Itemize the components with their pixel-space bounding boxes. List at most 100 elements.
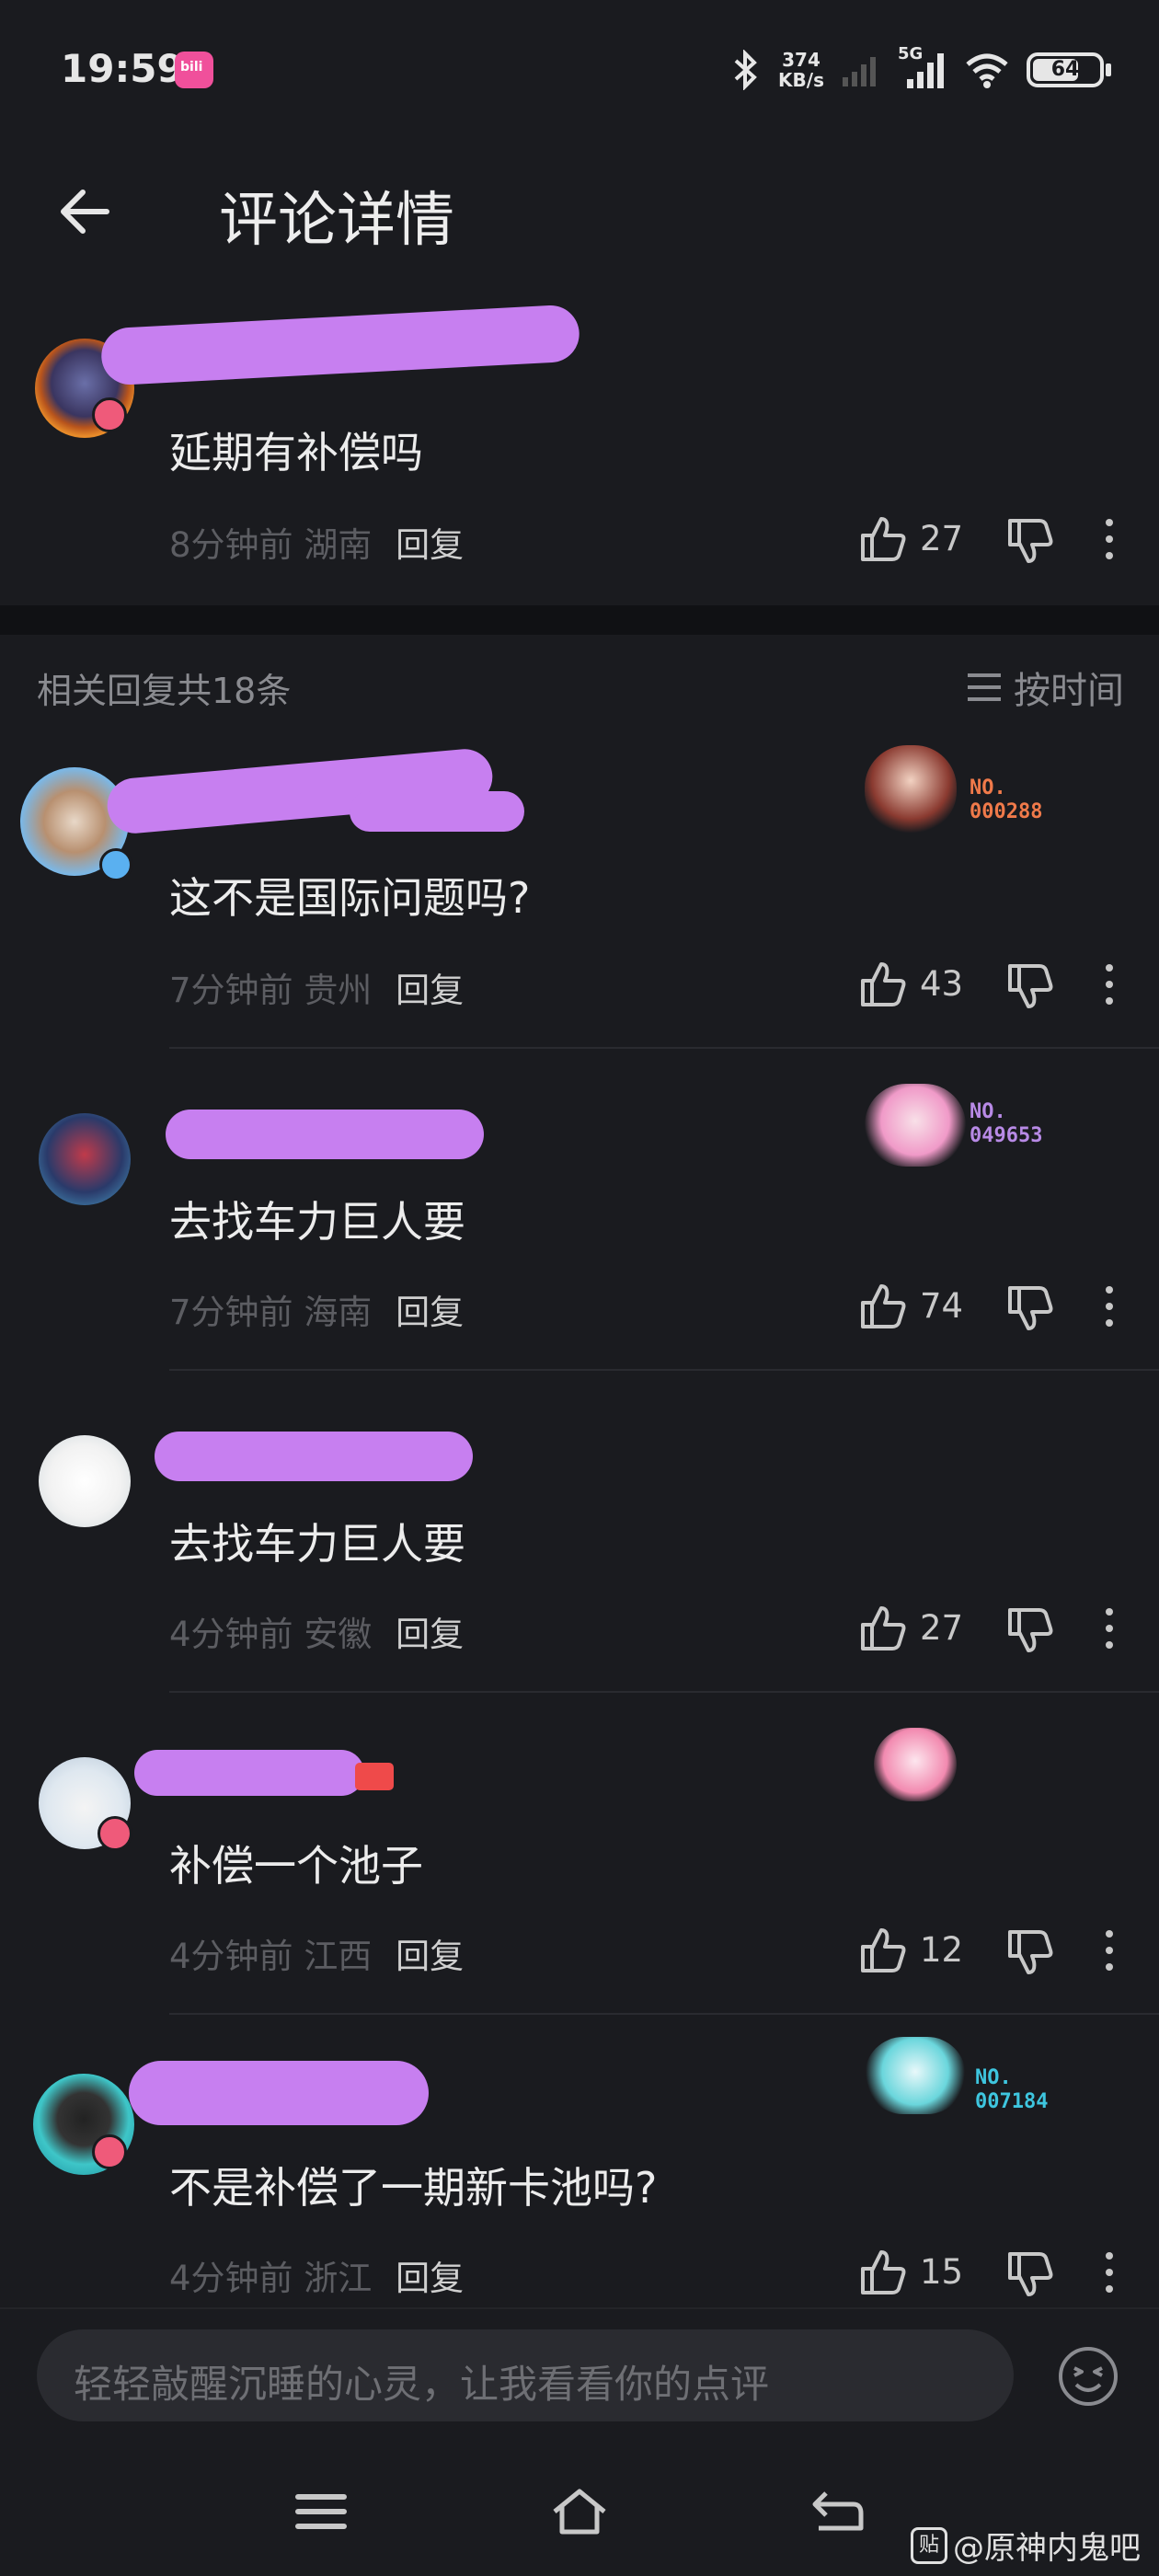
comment-actions: 15 — [855, 2245, 1131, 2300]
thumbs-down-icon[interactable] — [1003, 959, 1058, 1014]
avatar-badge — [92, 2134, 127, 2169]
like-count: 27 — [920, 519, 964, 558]
reply-button[interactable]: 回复 — [396, 525, 464, 565]
comment-text: 去找车力巨人要 — [169, 1519, 465, 1569]
system-nav-bar: 贴 @原神内鬼吧 — [0, 2447, 1159, 2576]
thumbs-down-icon[interactable] — [1003, 1925, 1058, 1980]
list-item: NO. 000288 这不是国际问题吗? 7分钟前 贵州 回复 43 — [0, 727, 1159, 1049]
thumbs-up-icon[interactable] — [855, 957, 911, 1012]
more-vertical-icon[interactable] — [1102, 962, 1117, 1006]
main-comment: 延期有补偿吗 8分钟前 湖南 回复 27 — [0, 294, 1159, 603]
reply-count: 相关回复共18条 — [37, 671, 292, 711]
avatar[interactable] — [39, 1435, 131, 1527]
comment-text: 不是补偿了一期新卡池吗? — [169, 2163, 658, 2213]
tieba-logo-icon: 贴 — [911, 2526, 947, 2564]
like-count: 43 — [920, 964, 964, 1004]
sort-button[interactable]: 按时间 — [966, 661, 1124, 714]
thumbs-down-icon[interactable] — [1003, 513, 1058, 569]
reply-button[interactable]: 回复 — [396, 1937, 464, 1976]
avatar-badge — [92, 397, 127, 432]
thumbs-up-icon[interactable] — [855, 1279, 911, 1334]
comment-actions: 12 — [855, 1923, 1131, 1978]
username-redacted[interactable] — [129, 2061, 429, 2125]
level-tag — [355, 1763, 394, 1790]
signal-5g-icon: 5G — [898, 44, 947, 90]
list-item: 去找车力巨人要 4分钟前 安徽 回复 27 — [0, 1371, 1159, 1693]
username-redacted — [350, 791, 524, 832]
reply-button[interactable]: 回复 — [396, 971, 464, 1010]
thumbs-up-icon[interactable] — [855, 1601, 911, 1656]
page-header: 评论详情 — [0, 156, 1159, 267]
more-vertical-icon[interactable] — [1102, 517, 1117, 561]
menu-icon[interactable] — [289, 2484, 353, 2539]
comment-text: 这不是国际问题吗? — [169, 873, 531, 923]
bilibili-app-icon: bili — [175, 52, 213, 88]
comment-text: 去找车力巨人要 — [169, 1197, 465, 1247]
comment-meta: 4分钟前 浙江 回复 — [169, 2259, 465, 2298]
comment-meta: 8分钟前 湖南 回复 — [169, 525, 465, 565]
more-vertical-icon[interactable] — [1102, 1606, 1117, 1650]
character-sticker — [865, 745, 957, 834]
like-count: 74 — [920, 1286, 964, 1326]
comment-actions: 27 — [855, 1601, 1131, 1656]
comment-meta: 7分钟前 贵州 回复 — [169, 971, 465, 1010]
reply-button[interactable]: 回复 — [396, 2259, 464, 2298]
status-bar: 19:59 bili 374 KB/s 5G 64 — [0, 0, 1159, 138]
list-item: 补偿一个池子 4分钟前 江西 回复 12 — [0, 1693, 1159, 2015]
character-sticker — [865, 2037, 966, 2114]
page-title: 评论详情 — [219, 187, 454, 255]
character-sticker — [865, 1084, 966, 1167]
sort-list-icon — [968, 673, 1001, 701]
list-item: NO. 007184 不是补偿了一期新卡池吗? 4分钟前 浙江 回复 15 — [0, 2015, 1159, 2307]
avatar-badge — [99, 848, 132, 881]
avatar-badge — [98, 1816, 132, 1851]
comment-meta: 7分钟前 海南 回复 — [169, 1293, 465, 1332]
thumbs-up-icon[interactable] — [855, 512, 911, 567]
status-icons: 374 KB/s 5G 64 — [730, 44, 1111, 96]
thumbs-up-icon[interactable] — [855, 1923, 911, 1978]
battery-indicator: 64 — [1027, 52, 1111, 87]
username-redacted[interactable] — [166, 1110, 484, 1159]
like-count: 15 — [920, 2252, 964, 2292]
replies-header: 相关回复共18条 按时间 — [0, 644, 1159, 727]
more-vertical-icon[interactable] — [1102, 1284, 1117, 1328]
thumbs-up-icon[interactable] — [855, 2245, 911, 2300]
like-count: 12 — [920, 1930, 964, 1970]
thumbs-down-icon[interactable] — [1003, 1603, 1058, 1658]
comment-input-placeholder: 轻轻敲醒沉睡的心灵，让我看看你的点评 — [74, 2362, 770, 2407]
character-sticker — [874, 1728, 957, 1801]
back-icon[interactable] — [806, 2484, 870, 2539]
list-item: NO. 049653 去找车力巨人要 7分钟前 海南 回复 74 — [0, 1049, 1159, 1371]
bluetooth-icon — [734, 50, 757, 90]
reply-button[interactable]: 回复 — [396, 1615, 464, 1654]
fan-badge: NO. 000288 — [970, 776, 1043, 823]
comment-text: 延期有补偿吗 — [169, 428, 423, 477]
thumbs-down-icon[interactable] — [1003, 2247, 1058, 2302]
status-time: 19:59 — [61, 46, 184, 91]
thumbs-down-icon[interactable] — [1003, 1281, 1058, 1336]
comment-input-bar: 轻轻敲醒沉睡的心灵，让我看看你的点评 — [0, 2307, 1159, 2436]
avatar[interactable] — [39, 1113, 131, 1205]
wifi-icon — [966, 53, 1008, 88]
username-redacted[interactable] — [99, 304, 581, 386]
comment-meta: 4分钟前 安徽 回复 — [169, 1615, 465, 1654]
watermark: 贴 @原神内鬼吧 — [911, 2523, 1141, 2568]
comment-actions: 74 — [855, 1279, 1131, 1334]
username-redacted[interactable] — [155, 1432, 473, 1481]
username-redacted[interactable] — [134, 1750, 364, 1796]
network-speed: 374 KB/s — [778, 49, 824, 91]
fan-badge: NO. 007184 — [975, 2066, 1049, 2113]
more-vertical-icon[interactable] — [1102, 1928, 1117, 1972]
section-separator — [0, 605, 1159, 635]
fan-badge: NO. 049653 — [970, 1100, 1043, 1147]
home-icon[interactable] — [547, 2484, 612, 2539]
comment-actions: 27 — [855, 512, 1131, 567]
more-vertical-icon[interactable] — [1102, 2250, 1117, 2294]
emoji-icon[interactable] — [1056, 2344, 1120, 2409]
comment-input[interactable]: 轻轻敲醒沉睡的心灵，让我看看你的点评 — [37, 2329, 1014, 2421]
comment-meta: 4分钟前 江西 回复 — [169, 1937, 465, 1976]
reply-button[interactable]: 回复 — [396, 1293, 464, 1332]
like-count: 27 — [920, 1608, 964, 1648]
comment-actions: 43 — [855, 957, 1131, 1012]
arrow-left-icon[interactable] — [53, 179, 118, 244]
